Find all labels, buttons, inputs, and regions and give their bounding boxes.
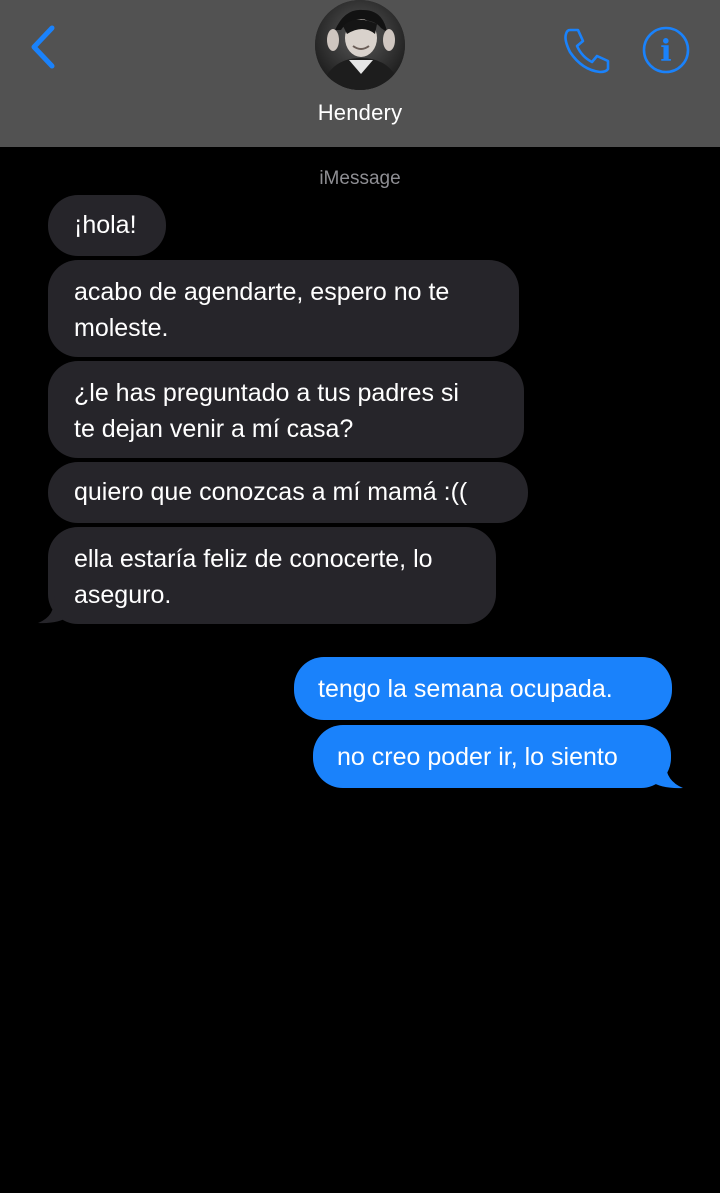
incoming-bubble-tail [38, 596, 70, 624]
conversation-header: Hendery i [0, 0, 720, 147]
message-line: moleste. [74, 314, 169, 342]
chevron-left-icon [31, 25, 55, 69]
incoming-message[interactable]: quiero que conozcas a mí mamá :(( [48, 462, 528, 523]
service-label: iMessage [319, 168, 401, 189]
message-line: te dejan venir a mí casa? [74, 415, 354, 443]
incoming-message[interactable]: acabo de agendarte, espero no te moleste… [48, 260, 519, 357]
avatar-photo [315, 0, 405, 90]
incoming-message[interactable]: ¿le has preguntado a tus padres si te de… [48, 361, 524, 458]
back-button[interactable] [26, 24, 62, 70]
message-line: tengo la semana ocupada. [318, 675, 613, 703]
incoming-message[interactable]: ¡hola! [48, 195, 166, 256]
contact-avatar[interactable] [315, 0, 405, 90]
info-button[interactable]: i [641, 25, 691, 75]
outgoing-message[interactable]: tengo la semana ocupada. [294, 657, 672, 720]
incoming-message[interactable]: ella estaría feliz de conocerte, lo aseg… [48, 527, 496, 624]
message-line: quiero que conozcas a mí mamá :(( [74, 478, 468, 506]
message-line: ¿le has preguntado a tus padres si [74, 379, 459, 407]
info-icon: i [642, 26, 690, 74]
outgoing-bubble-tail [650, 760, 683, 789]
contact-name[interactable]: Hendery [0, 100, 720, 126]
message-line: ella estaría feliz de conocerte, lo [74, 545, 433, 573]
outgoing-message[interactable]: no creo poder ir, lo siento [313, 725, 671, 788]
message-line: aseguro. [74, 581, 172, 609]
message-line: acabo de agendarte, espero no te [74, 278, 450, 306]
message-line: ¡hola! [74, 211, 137, 239]
call-button[interactable] [562, 26, 612, 74]
svg-text:i: i [660, 34, 671, 69]
message-line: no creo poder ir, lo siento [337, 743, 618, 771]
phone-icon [564, 28, 610, 74]
